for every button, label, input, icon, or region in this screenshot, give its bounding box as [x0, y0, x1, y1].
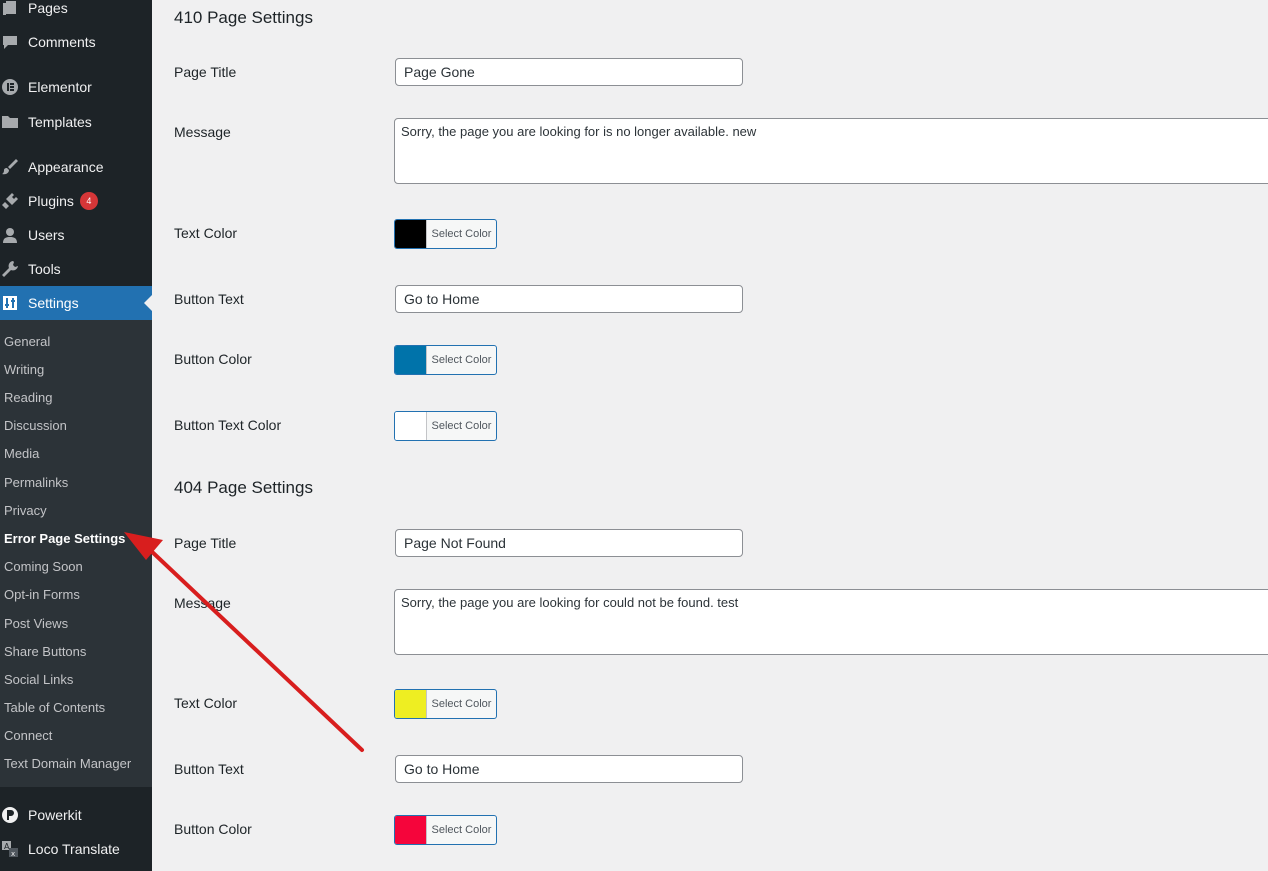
label-410-page-title: Page Title [174, 64, 237, 80]
select-color-label: Select Color [431, 228, 492, 240]
input-404-button-text[interactable]: Go to Home [395, 755, 743, 783]
submenu-item-connect[interactable]: Connect [4, 727, 52, 745]
menu-label: Templates [28, 114, 92, 130]
submenu-item-post-views[interactable]: Post Views [4, 615, 68, 633]
user-icon [0, 225, 20, 245]
menu-item-elementor[interactable]: Elementor [0, 70, 152, 104]
submenu-item-general[interactable]: General [4, 333, 50, 351]
main-content: 410 Page Settings Page Title Page Gone M… [152, 0, 1268, 871]
submenu-item-share-buttons[interactable]: Share Buttons [4, 643, 86, 661]
menu-label: Pages [28, 0, 68, 16]
menu-item-templates[interactable]: Templates [0, 105, 152, 139]
label-410-message: Message [174, 124, 231, 140]
submenu-item-table-of-contents[interactable]: Table of Contents [4, 699, 105, 717]
label-404-page-title: Page Title [174, 535, 237, 551]
plugins-update-badge: 4 [79, 192, 98, 210]
submenu-item-reading[interactable]: Reading [4, 389, 52, 407]
color-picker-404-button-color[interactable]: Select Color [394, 815, 497, 845]
section-title-410: 410 Page Settings [174, 8, 313, 27]
input-410-button-text[interactable]: Go to Home [395, 285, 743, 313]
menu-item-loco-translate[interactable]: Ax Loco Translate [0, 832, 152, 866]
label-410-button-text-color: Button Text Color [174, 417, 282, 433]
menu-item-pages[interactable]: Pages [0, 0, 152, 25]
input-410-page-title[interactable]: Page Gone [395, 58, 743, 86]
submenu-item-text-domain-manager[interactable]: Text Domain Manager [4, 755, 131, 773]
admin-sidebar: Pages Comments Elementor Templates Appea… [0, 0, 152, 871]
menu-label: Users [28, 227, 65, 243]
folder-icon [0, 112, 20, 132]
svg-text:x: x [11, 850, 15, 858]
menu-label: Comments [28, 34, 96, 50]
label-410-button-text: Button Text [174, 291, 244, 307]
translate-icon: Ax [0, 839, 20, 859]
label-410-button-color: Button Color [174, 351, 252, 367]
submenu-item-social-links[interactable]: Social Links [4, 671, 73, 689]
color-picker-410-button-text-color[interactable]: Select Color [394, 411, 497, 441]
settings-icon [0, 293, 20, 313]
menu-item-tools[interactable]: Tools [0, 252, 152, 286]
plugin-icon [0, 191, 20, 211]
select-color-label: Select Color [431, 698, 492, 710]
color-swatch [395, 412, 427, 440]
color-picker-410-text-color[interactable]: Select Color [394, 219, 497, 249]
label-404-message: Message [174, 595, 231, 611]
color-swatch [395, 220, 427, 248]
pages-icon [0, 0, 20, 18]
menu-item-settings[interactable]: Settings [0, 286, 152, 320]
menu-label: Plugins [28, 193, 74, 209]
paintbrush-icon [0, 157, 20, 177]
wrench-icon [0, 259, 20, 279]
label-404-button-text: Button Text [174, 761, 244, 777]
select-color-label: Select Color [431, 824, 492, 836]
input-404-page-title[interactable]: Page Not Found [395, 529, 743, 557]
label-404-button-color: Button Color [174, 821, 252, 837]
comments-icon [0, 32, 20, 52]
color-picker-404-text-color[interactable]: Select Color [394, 689, 497, 719]
menu-label: Elementor [28, 79, 92, 95]
select-color-label: Select Color [431, 354, 492, 366]
menu-label: Loco Translate [28, 841, 120, 857]
menu-label: Appearance [28, 159, 104, 175]
textarea-404-message[interactable]: Sorry, the page you are looking for coul… [394, 589, 1268, 655]
svg-text:A: A [4, 842, 10, 851]
settings-submenu: General Writing Reading Discussion Media… [0, 320, 152, 787]
section-title-404: 404 Page Settings [174, 478, 313, 497]
color-swatch [395, 690, 427, 718]
submenu-item-permalinks[interactable]: Permalinks [4, 474, 68, 492]
menu-item-comments[interactable]: Comments [0, 25, 152, 59]
textarea-410-message[interactable]: Sorry, the page you are looking for is n… [394, 118, 1268, 184]
powerkit-icon [0, 805, 20, 825]
submenu-item-coming-soon[interactable]: Coming Soon [4, 558, 83, 576]
submenu-item-writing[interactable]: Writing [4, 361, 44, 379]
elementor-icon [0, 77, 20, 97]
color-picker-410-button-color[interactable]: Select Color [394, 345, 497, 375]
label-404-text-color: Text Color [174, 695, 238, 711]
menu-item-powerkit[interactable]: Powerkit [0, 798, 152, 832]
menu-item-plugins[interactable]: Plugins 4 [0, 184, 152, 218]
submenu-item-opt-in-forms[interactable]: Opt-in Forms [4, 586, 80, 604]
label-410-text-color: Text Color [174, 225, 238, 241]
submenu-item-media[interactable]: Media [4, 445, 39, 463]
menu-label: Tools [28, 261, 61, 277]
submenu-item-error-page-settings[interactable]: Error Page Settings [4, 530, 125, 548]
submenu-item-discussion[interactable]: Discussion [4, 417, 67, 435]
select-color-label: Select Color [431, 420, 492, 432]
color-swatch [395, 346, 427, 374]
submenu-item-privacy[interactable]: Privacy [4, 502, 47, 520]
menu-label: Settings [28, 295, 79, 311]
menu-item-users[interactable]: Users [0, 218, 152, 252]
menu-item-appearance[interactable]: Appearance [0, 150, 152, 184]
color-swatch [395, 816, 427, 844]
menu-label: Powerkit [28, 807, 82, 823]
